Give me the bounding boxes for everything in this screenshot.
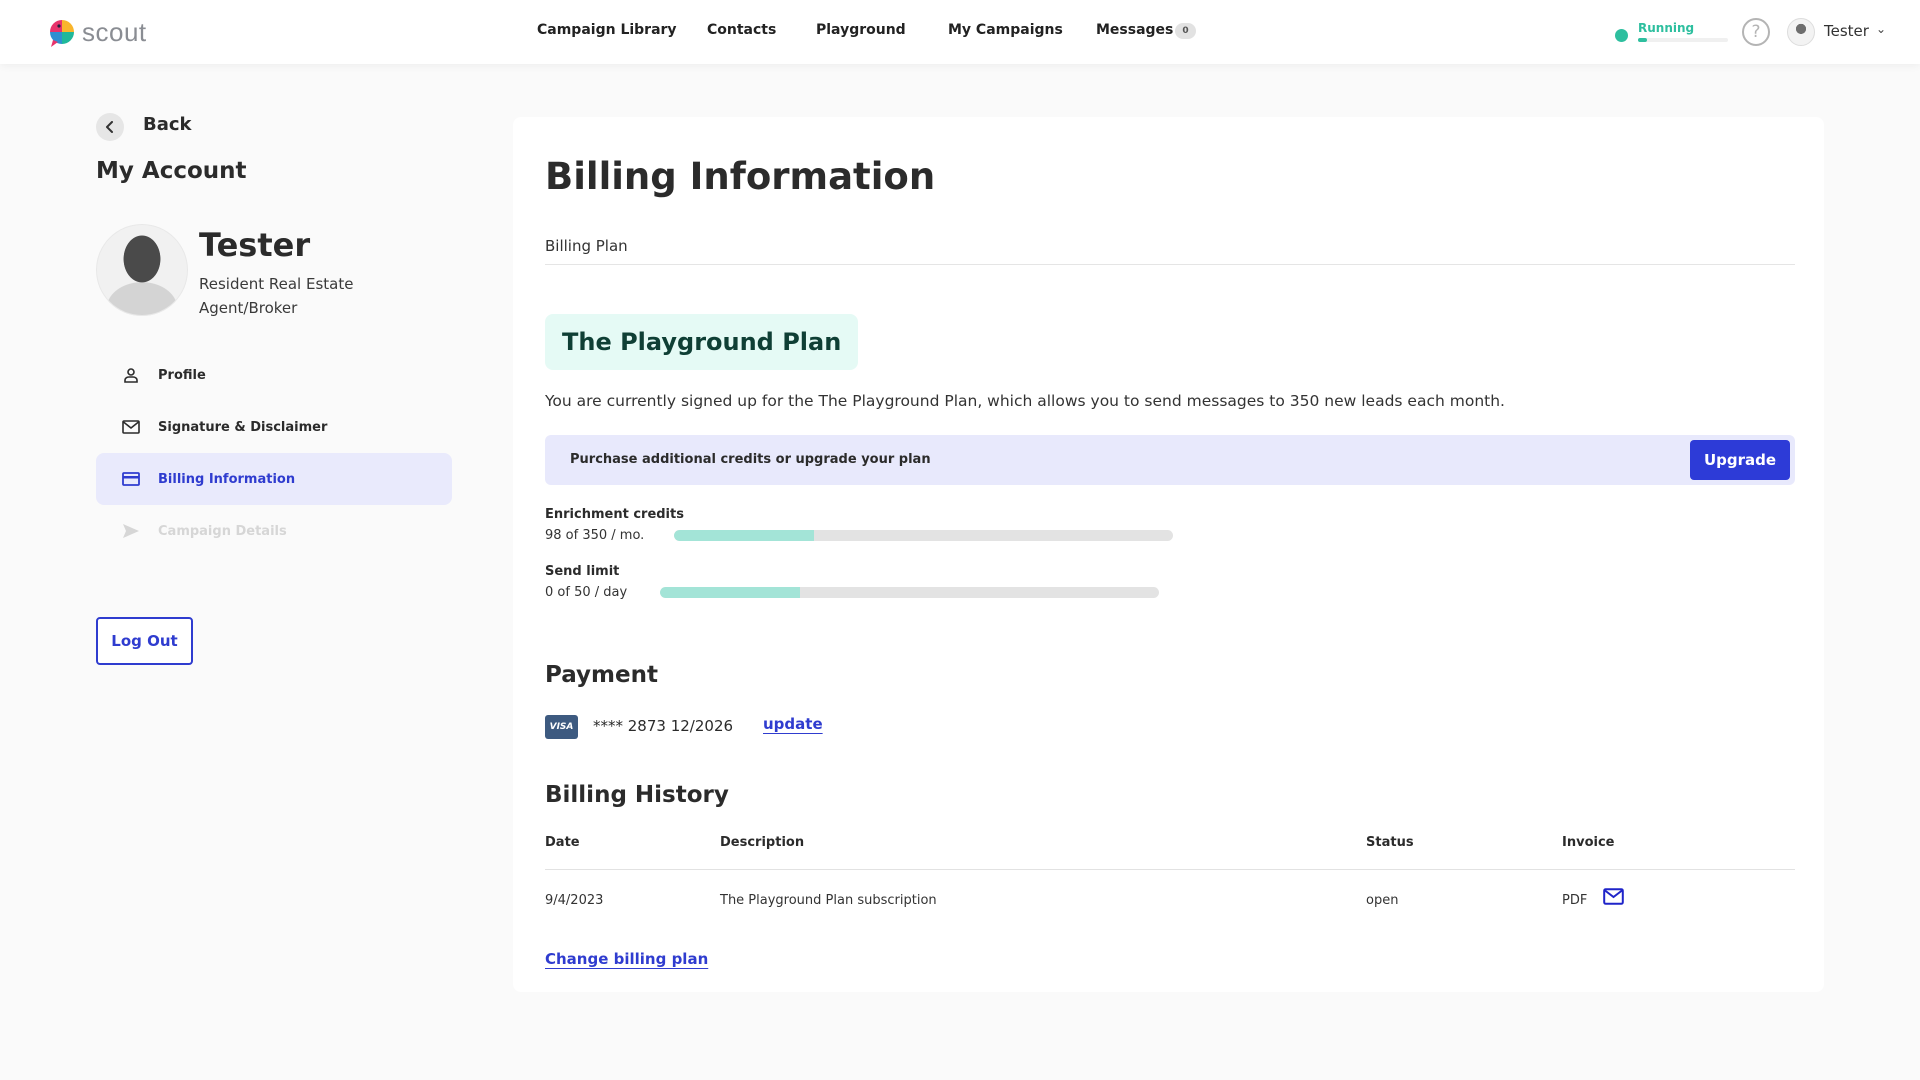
- page-title: Billing Information: [545, 155, 936, 198]
- send-limit-fill: [660, 587, 800, 598]
- back-button[interactable]: [96, 113, 124, 141]
- upgrade-button[interactable]: Upgrade: [1690, 440, 1790, 480]
- tab-billing-plan[interactable]: Billing Plan: [545, 237, 628, 255]
- sidebar-item-label: Profile: [158, 367, 206, 383]
- sidebar-item-label: Campaign Details: [158, 523, 287, 539]
- running-status-label[interactable]: Running: [1638, 21, 1694, 35]
- divider: [545, 264, 1795, 265]
- profile-role: Resident Real Estate Agent/Broker: [199, 275, 354, 317]
- scout-bird-icon: [50, 20, 74, 47]
- current-plan-badge: The Playground Plan: [545, 314, 859, 370]
- nav-my-campaigns[interactable]: My Campaigns: [948, 22, 1063, 38]
- nav-playground[interactable]: Playground: [816, 22, 906, 38]
- running-progress-fill: [1638, 38, 1647, 42]
- send-icon: [120, 523, 142, 539]
- top-nav-bar: scout Campaign Library Contacts Playgrou…: [0, 0, 1920, 64]
- enrichment-credits-fill: [674, 530, 814, 541]
- sidebar-item-campaign-details: Campaign Details: [96, 505, 452, 557]
- send-limit-meter: [660, 587, 1159, 598]
- table-divider: [545, 869, 1795, 870]
- log-out-button[interactable]: Log Out: [96, 617, 193, 665]
- chevron-down-icon[interactable]: ⌄: [1876, 22, 1886, 36]
- enrichment-credits-value: 98 of 350 / mo.: [545, 528, 645, 543]
- nav-campaign-library[interactable]: Campaign Library: [537, 22, 677, 38]
- row-status: open: [1366, 893, 1399, 908]
- user-icon: [120, 367, 142, 383]
- my-account-heading: My Account: [96, 158, 247, 184]
- nav-messages-label: Messages: [1096, 22, 1174, 38]
- column-header-invoice: Invoice: [1562, 835, 1615, 850]
- credit-card-icon: [120, 472, 142, 486]
- back-label[interactable]: Back: [143, 114, 192, 135]
- send-limit-value: 0 of 50 / day: [545, 585, 628, 600]
- sidebar-item-label: Signature & Disclaimer: [158, 419, 328, 435]
- column-header-description: Description: [720, 835, 805, 850]
- upgrade-prompt: Purchase additional credits or upgrade y…: [570, 452, 931, 467]
- brand-name: scout: [82, 17, 147, 47]
- payment-heading: Payment: [545, 662, 658, 688]
- messages-count-badge: 0: [1175, 23, 1196, 39]
- visa-card-icon: VISA: [545, 715, 578, 739]
- billing-history-heading: Billing History: [545, 782, 729, 808]
- nav-messages[interactable]: Messages 0: [1096, 22, 1196, 39]
- update-payment-link[interactable]: update: [763, 715, 823, 733]
- mail-icon[interactable]: [1603, 888, 1624, 909]
- scout-logo[interactable]: scout: [46, 16, 147, 48]
- row-date: 9/4/2023: [545, 893, 604, 908]
- user-avatar[interactable]: [1787, 18, 1815, 46]
- invoice-pdf-link[interactable]: PDF: [1562, 893, 1587, 908]
- profile-photo: [96, 224, 188, 316]
- chevron-left-icon: [106, 121, 113, 133]
- column-header-date: Date: [545, 835, 580, 850]
- running-progress-track: [1638, 38, 1728, 42]
- change-billing-plan-link[interactable]: Change billing plan: [545, 950, 708, 968]
- sidebar-item-label: Billing Information: [158, 471, 296, 487]
- help-icon[interactable]: ?: [1742, 18, 1770, 46]
- sidebar-item-billing[interactable]: Billing Information: [96, 453, 452, 505]
- enrichment-credits-label: Enrichment credits: [545, 507, 684, 522]
- mail-icon: [120, 420, 142, 434]
- send-limit-label: Send limit: [545, 564, 620, 579]
- profile-name: Tester: [199, 226, 311, 264]
- upgrade-banner: Purchase additional credits or upgrade y…: [545, 435, 1795, 485]
- nav-contacts[interactable]: Contacts: [707, 22, 776, 38]
- row-description: The Playground Plan subscription: [720, 893, 937, 908]
- running-status-dot: [1615, 29, 1628, 42]
- plan-description: You are currently signed up for the The …: [545, 392, 1505, 410]
- card-number: **** 2873 12/2026: [593, 717, 734, 735]
- billing-card: Billing Information Billing Plan The Pla…: [513, 117, 1824, 992]
- sidebar-item-signature[interactable]: Signature & Disclaimer: [96, 401, 452, 453]
- column-header-status: Status: [1366, 835, 1414, 850]
- user-menu-name[interactable]: Tester: [1824, 22, 1869, 40]
- enrichment-credits-meter: [674, 530, 1173, 541]
- sidebar-item-profile[interactable]: Profile: [96, 349, 452, 401]
